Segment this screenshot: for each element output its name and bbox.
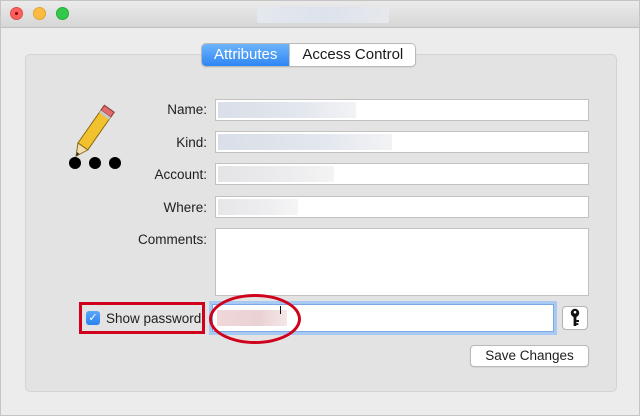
name-field[interactable] xyxy=(215,99,589,121)
kind-label: Kind: xyxy=(176,135,207,150)
password-value-redacted xyxy=(217,310,287,326)
tab-attributes[interactable]: Attributes xyxy=(202,44,290,66)
account-field[interactable] xyxy=(215,163,589,185)
password-field[interactable] xyxy=(212,304,554,332)
zoom-window-button[interactable] xyxy=(56,7,69,20)
name-value-redacted xyxy=(218,102,356,118)
save-changes-button[interactable]: Save Changes xyxy=(470,345,589,367)
title-bar[interactable] xyxy=(1,1,639,28)
show-password-highlight: ✓ Show password xyxy=(79,302,205,334)
where-value-redacted xyxy=(218,199,298,215)
tab-access-control[interactable]: Access Control xyxy=(289,44,416,66)
password-assistant-button[interactable] xyxy=(562,306,588,330)
tab-bar: Attributes Access Control xyxy=(201,43,417,67)
comments-label: Comments: xyxy=(137,232,207,247)
show-password-label[interactable]: Show password xyxy=(106,311,201,326)
key-icon xyxy=(570,308,580,326)
show-password-checkbox[interactable]: ✓ xyxy=(86,311,100,325)
account-value-redacted xyxy=(218,166,334,182)
where-label: Where: xyxy=(163,200,207,215)
kind-value-redacted xyxy=(218,134,392,150)
name-label: Name: xyxy=(167,102,207,117)
where-field[interactable] xyxy=(215,196,589,218)
keychain-item-window: Attributes Access Control Name: Kind: Ac… xyxy=(0,0,640,416)
text-caret xyxy=(280,306,281,314)
window-title-redacted xyxy=(257,7,389,23)
minimize-window-button[interactable] xyxy=(33,7,46,20)
comments-field[interactable] xyxy=(215,228,589,296)
account-label: Account: xyxy=(154,167,207,182)
kind-field[interactable] xyxy=(215,131,589,153)
close-window-button[interactable] xyxy=(10,7,23,20)
